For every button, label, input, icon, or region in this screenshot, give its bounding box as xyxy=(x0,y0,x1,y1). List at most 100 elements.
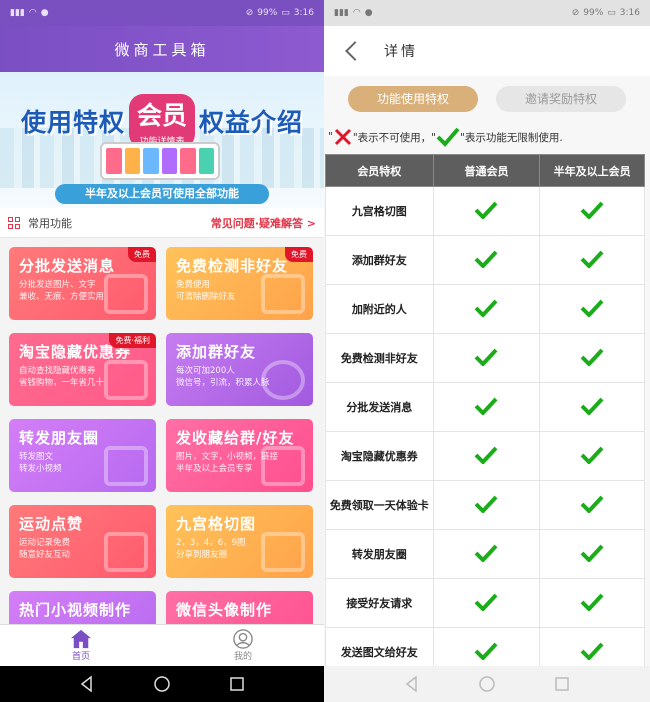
profile-icon xyxy=(233,629,253,649)
message-icon: ● xyxy=(364,8,373,18)
back-arrow-icon[interactable] xyxy=(345,41,365,61)
halfyear-member-cell xyxy=(539,529,645,579)
time-text: 3:16 xyxy=(619,8,640,18)
halfyear-member-cell xyxy=(539,284,645,334)
privilege-name: 九宫格切图 xyxy=(325,186,434,236)
banner-title-part2: 权益介绍 xyxy=(199,108,304,137)
column-header: 会员特权 xyxy=(325,154,434,187)
battery-icon: ▭ xyxy=(607,8,616,18)
table-row: 分批发送消息 xyxy=(325,382,645,432)
legend-check-text: "表示功能无限制使用. xyxy=(460,131,563,144)
card-title: 免费检测非好友 xyxy=(176,257,289,275)
check-icon xyxy=(436,127,460,147)
halfyear-member-cell xyxy=(539,480,645,530)
privilege-name: 转发朋友圈 xyxy=(325,529,434,579)
column-header: 半年及以上会员 xyxy=(539,154,645,187)
normal-member-cell xyxy=(432,431,541,481)
privilege-name: 分批发送消息 xyxy=(325,382,434,432)
mute-icon: ⊘ xyxy=(245,8,254,18)
table-row: 添加群好友 xyxy=(325,235,645,285)
left-screen: ▮▮▮ ◠ ● ⊘ 99% ▭ 3:16 微商工具箱 使用特权 会员 功能详情表… xyxy=(0,0,324,702)
card-title: 转发朋友圈 xyxy=(19,429,100,447)
tab-home[interactable]: 首页 xyxy=(0,625,162,666)
card-add-group-friends[interactable]: 添加群好友 每次可加200人 微信号，引流，积累人脉 xyxy=(166,333,313,406)
normal-member-cell xyxy=(432,578,541,628)
section-label: 常用功能 xyxy=(28,216,72,230)
tab-invite-reward[interactable]: 邀请奖励特权 xyxy=(496,86,626,112)
app-title: 微商工具箱 xyxy=(114,40,210,59)
wifi-icon: ◠ xyxy=(352,8,361,18)
wifi-icon: ◠ xyxy=(28,8,37,18)
grid-icon xyxy=(8,216,20,229)
card-desc: 2，3，4，6，9图 分享到朋友圈 xyxy=(176,538,246,560)
privilege-name: 淘宝隐藏优惠券 xyxy=(325,431,434,481)
banner-title-highlight: 会员 功能详情表 xyxy=(128,94,195,148)
recents-square-icon[interactable] xyxy=(553,675,571,693)
home-circle-icon[interactable] xyxy=(478,675,496,693)
check-icon xyxy=(475,642,498,661)
check-icon xyxy=(475,348,498,367)
table-row: 九宫格切图 xyxy=(325,186,645,236)
privilege-name: 免费检测非好友 xyxy=(325,333,434,383)
card-desc: 转发图文 转发小视频 xyxy=(19,452,62,474)
check-icon xyxy=(475,299,498,318)
membership-banner[interactable]: 使用特权 会员 功能详情表 权益介绍 半年及以上会员可使用全部功能 xyxy=(0,72,324,208)
check-icon xyxy=(475,201,498,220)
card-taobao-coupon[interactable]: 免费·福利 淘宝隐藏优惠券 自动查找隐藏优惠券 省钱购物，一年省几十 xyxy=(9,333,156,406)
status-bar: ▮▮▮ ◠ ● ⊘ 99% ▭ 3:16 xyxy=(0,0,324,26)
card-desc: 免费使用 可清除删除好友 xyxy=(176,280,236,302)
check-icon xyxy=(580,544,604,563)
check-icon xyxy=(580,642,604,661)
check-icon xyxy=(475,495,498,514)
check-icon xyxy=(580,397,604,416)
check-icon xyxy=(475,250,498,269)
card-title: 运动点赞 xyxy=(19,515,84,533)
card-sport-like[interactable]: 运动点赞 运动记录免费 随意好友互动 xyxy=(9,505,156,578)
back-triangle-icon[interactable] xyxy=(403,675,421,693)
home-icon xyxy=(71,629,91,649)
check-icon xyxy=(475,397,498,416)
banner-footer: 半年及以上会员可使用全部功能 xyxy=(55,184,269,204)
tab-profile[interactable]: 我的 xyxy=(162,625,324,666)
detail-header: 详情 xyxy=(324,26,650,76)
tab-label: 首页 xyxy=(71,652,90,662)
table-row: 淘宝隐藏优惠券 xyxy=(325,431,645,481)
table-row: 接受好友请求 xyxy=(325,578,645,628)
table-row: 免费领取一天体验卡 xyxy=(325,480,645,530)
card-desc: 图片，文字，小视频，链接 半年及以上会员专享 xyxy=(176,452,279,474)
card-send-favorites[interactable]: 发收藏给群/好友 图片，文字，小视频，链接 半年及以上会员专享 xyxy=(166,419,313,492)
normal-member-cell xyxy=(432,235,541,285)
page-title: 详情 xyxy=(384,44,418,60)
card-badge: 免费 xyxy=(128,247,156,262)
table-header-row: 会员特权 普通会员 半年及以上会员 xyxy=(325,154,645,187)
card-title: 分批发送消息 xyxy=(19,257,116,275)
halfyear-member-cell xyxy=(539,333,645,383)
back-triangle-icon[interactable] xyxy=(78,675,96,693)
check-icon xyxy=(580,348,604,367)
banner-title-part1: 使用特权 xyxy=(20,108,125,137)
card-batch-send[interactable]: 免费 分批发送消息 分批发送图片、文字 兼收、无痕、方便实用 xyxy=(9,247,156,320)
table-row: 加附近的人 xyxy=(325,284,645,334)
check-icon xyxy=(580,299,604,318)
status-bar: ▮▮▮ ◠ ● ⊘ 99% ▭ 3:16 xyxy=(324,0,650,26)
normal-member-cell xyxy=(432,529,541,579)
bottom-tab-bar: 首页 我的 xyxy=(0,624,324,666)
privilege-table: 会员特权 普通会员 半年及以上会员 九宫格切图 添加群好友 加附近的人 免费检测非好友… xyxy=(325,154,645,677)
home-circle-icon[interactable] xyxy=(153,675,171,693)
card-title: 添加群好友 xyxy=(176,343,257,361)
system-nav-bar xyxy=(0,666,324,702)
privilege-name: 免费领取一天体验卡 xyxy=(325,480,434,530)
halfyear-member-cell xyxy=(539,431,645,481)
check-icon xyxy=(475,544,498,563)
check-icon xyxy=(580,495,604,514)
app-header: 微商工具箱 xyxy=(0,26,324,72)
card-detect-nonfriend[interactable]: 免费 免费检测非好友 免费使用 可清除删除好友 xyxy=(166,247,313,320)
faq-link[interactable]: 常见问题·疑难解答 > xyxy=(211,215,316,231)
recents-square-icon[interactable] xyxy=(228,675,246,693)
cross-icon xyxy=(334,128,351,146)
tab-function-privilege[interactable]: 功能使用特权 xyxy=(348,86,478,112)
card-nine-grid[interactable]: 九宫格切图 2，3，4，6，9图 分享到朋友圈 xyxy=(166,505,313,578)
card-forward-moments[interactable]: 转发朋友圈 转发图文 转发小视频 xyxy=(9,419,156,492)
privilege-name: 接受好友请求 xyxy=(325,578,434,628)
right-screen: ▮▮▮ ◠ ● ⊘ 99% ▭ 3:16 详情 功能使用特权 邀请奖励特权 " … xyxy=(324,0,650,702)
